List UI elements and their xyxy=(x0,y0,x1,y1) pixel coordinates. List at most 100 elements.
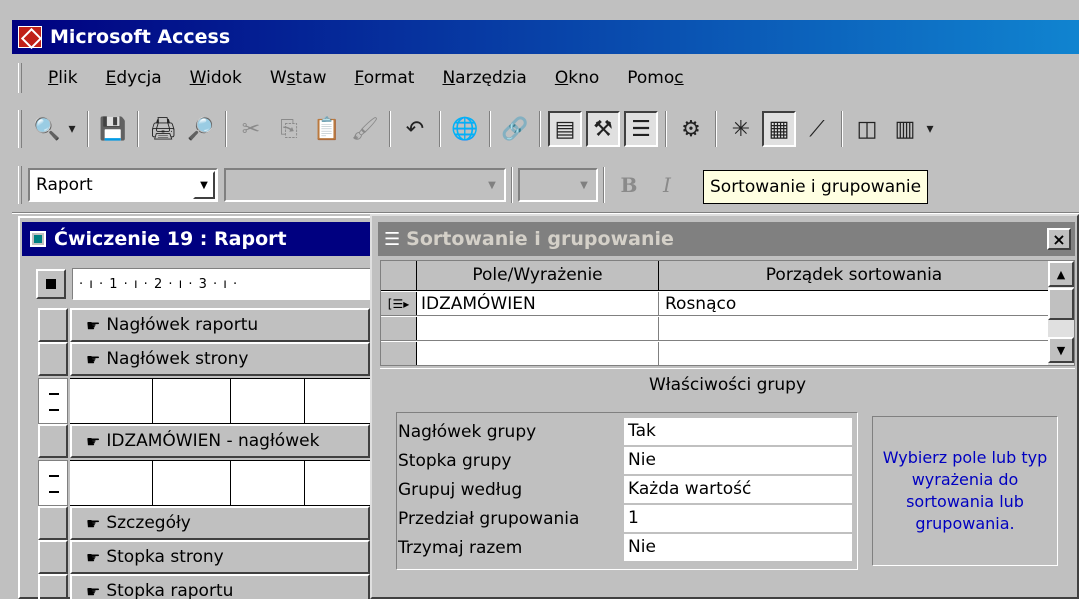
sorting-grouping-icon[interactable]: ☰ xyxy=(624,111,658,147)
property-value[interactable]: Nie xyxy=(624,447,852,475)
chevron-down-icon[interactable]: ▼ xyxy=(481,171,503,199)
table-row[interactable] xyxy=(381,342,1049,366)
group-properties-panel: Nagłówek grupy Tak Stopka grupy Nie Grup… xyxy=(380,400,1075,592)
field-expression-cell[interactable] xyxy=(417,317,659,340)
section-hand-icon: ☛ xyxy=(86,315,101,335)
group-header-area[interactable] xyxy=(70,460,370,506)
access-app-icon[interactable] xyxy=(18,26,42,48)
section-selector[interactable] xyxy=(38,424,68,458)
chevron-down-icon[interactable]: ▼ xyxy=(573,171,595,199)
save-icon[interactable]: 💾 xyxy=(96,111,130,147)
section-hand-icon: ☛ xyxy=(86,547,101,567)
section-selector[interactable] xyxy=(38,506,68,540)
toolbar-grip[interactable] xyxy=(18,166,22,204)
chevron-down-icon[interactable]: ▼ xyxy=(193,171,215,199)
menu-wstaw[interactable]: Wstaw xyxy=(256,68,341,88)
section-selector[interactable] xyxy=(38,574,68,599)
sort-order-cell[interactable] xyxy=(659,317,1049,340)
property-label: Stopka grupy xyxy=(398,451,512,471)
database-window-icon[interactable]: ◫ xyxy=(850,111,884,147)
copy-icon[interactable]: ⎘ xyxy=(272,111,306,147)
menu-okno[interactable]: Okno xyxy=(541,68,613,88)
autoformat-icon[interactable]: ⚙ xyxy=(674,111,708,147)
app-titlebar[interactable]: Microsoft Access xyxy=(12,20,1079,54)
section-page-header[interactable]: ☛ Nagłówek strony xyxy=(70,342,370,376)
section-selector[interactable] xyxy=(38,308,68,342)
font-name-combo[interactable]: ▼ xyxy=(224,168,506,202)
field-expression-cell[interactable] xyxy=(417,342,659,365)
sorting-grouping-titlebar[interactable]: ☰ Sortowanie i grupowanie × xyxy=(378,222,1075,256)
paste-icon[interactable]: 📋 xyxy=(310,111,344,147)
property-value[interactable]: 1 xyxy=(624,505,852,533)
new-object-dropdown-icon[interactable]: ▾ xyxy=(922,111,938,147)
section-group-header[interactable]: ☛ IDZAMÓWIEN - nagłówek xyxy=(70,424,370,458)
menu-format[interactable]: Format xyxy=(341,68,429,88)
property-value[interactable]: Tak xyxy=(624,418,852,446)
format-painter-icon[interactable]: 🖌 xyxy=(348,111,382,147)
toolbox-icon[interactable]: ▤ xyxy=(548,111,582,147)
vertical-ruler[interactable] xyxy=(38,460,68,506)
scroll-down-icon[interactable]: ▼ xyxy=(1048,337,1074,363)
report-selector-button[interactable] xyxy=(36,269,66,299)
sort-order-cell[interactable] xyxy=(659,342,1049,365)
object-combo[interactable]: Raport ▼ xyxy=(28,168,218,202)
section-selector[interactable] xyxy=(38,540,68,574)
menu-widok[interactable]: Widok xyxy=(176,68,256,88)
hyperlink-icon[interactable]: 🌐 xyxy=(448,111,482,147)
menubar-grip[interactable] xyxy=(18,63,22,93)
undo-icon[interactable]: ↶ xyxy=(398,111,432,147)
vertical-ruler[interactable] xyxy=(38,378,68,424)
italic-button[interactable]: I xyxy=(650,167,684,203)
toolbar-tooltip: Sortowanie i grupowanie xyxy=(703,170,929,204)
new-object-icon[interactable]: ▥ xyxy=(888,111,922,147)
print-preview-icon[interactable]: 🔎 xyxy=(184,111,218,147)
group-properties-label: Właściwości grupy xyxy=(380,368,1075,400)
cut-icon[interactable]: ✂ xyxy=(234,111,268,147)
grid-line xyxy=(304,461,305,505)
section-page-footer[interactable]: ☛ Stopka strony xyxy=(70,540,370,574)
view-dropdown-icon[interactable]: ▾ xyxy=(64,111,80,147)
view-preview-icon[interactable]: 🔍 xyxy=(30,111,64,147)
bold-button[interactable]: B xyxy=(612,167,646,203)
menu-narzedzia[interactable]: Narzędzia xyxy=(428,68,540,88)
menu-pomoc[interactable]: Pomoc xyxy=(613,68,697,88)
menu-plik[interactable]: Plik xyxy=(34,68,92,88)
field-list-icon[interactable]: 🔗 xyxy=(498,111,532,147)
toolbar-separator xyxy=(87,111,89,147)
table-row[interactable] xyxy=(381,317,1049,341)
grid-line xyxy=(152,461,153,505)
page-header-area[interactable] xyxy=(70,378,370,424)
property-value[interactable]: Nie xyxy=(624,534,852,562)
section-selector[interactable] xyxy=(38,342,68,376)
scroll-up-icon[interactable]: ▲ xyxy=(1048,261,1074,287)
toolbar-grip[interactable] xyxy=(18,110,22,148)
property-group-header: Nagłówek grupy Tak xyxy=(398,418,852,446)
close-button[interactable]: × xyxy=(1047,228,1071,250)
code-icon[interactable]: ✳ xyxy=(724,111,758,147)
toolbar-separator xyxy=(389,111,391,147)
horizontal-ruler[interactable]: · ı · 1 · ı · 2 · ı · 3 · ı · xyxy=(72,268,384,300)
row-selector-header xyxy=(381,261,417,290)
scrollbar-thumb[interactable] xyxy=(1048,288,1074,320)
field-expression-cell[interactable]: IDZAMÓWIEN xyxy=(417,292,659,315)
toolbar-separator xyxy=(715,111,717,147)
group-row-indicator-icon[interactable]: [☰▸ xyxy=(381,292,417,315)
section-detail[interactable]: ☛ Szczegóły xyxy=(70,506,370,540)
tools-icon[interactable]: ⚒ xyxy=(586,111,620,147)
sort-order-cell[interactable]: Rosnąco xyxy=(659,292,1049,315)
properties-icon[interactable]: ▦ xyxy=(762,111,796,147)
app-title: Microsoft Access xyxy=(50,26,231,48)
build-icon[interactable]: ⟋ xyxy=(800,111,834,147)
row-selector[interactable] xyxy=(381,317,417,340)
report-window-titlebar[interactable]: Ćwiczenie 19 : Raport xyxy=(22,222,392,256)
column-header-field: Pole/Wyrażenie xyxy=(417,261,659,290)
property-value[interactable]: Każda wartość xyxy=(624,476,852,504)
row-selector[interactable] xyxy=(381,342,417,365)
font-size-combo[interactable]: ▼ xyxy=(518,168,598,202)
print-icon[interactable]: 🖨 xyxy=(146,111,180,147)
section-report-footer[interactable]: ☛ Stopka raportu xyxy=(70,574,370,599)
section-report-header[interactable]: ☛ Nagłówek raportu xyxy=(70,308,370,342)
menu-edycja[interactable]: Edycja xyxy=(92,68,176,88)
table-row[interactable]: [☰▸ IDZAMÓWIEN Rosnąco xyxy=(381,292,1049,316)
sort-grid-scrollbar[interactable]: ▲ ▼ xyxy=(1048,261,1074,365)
